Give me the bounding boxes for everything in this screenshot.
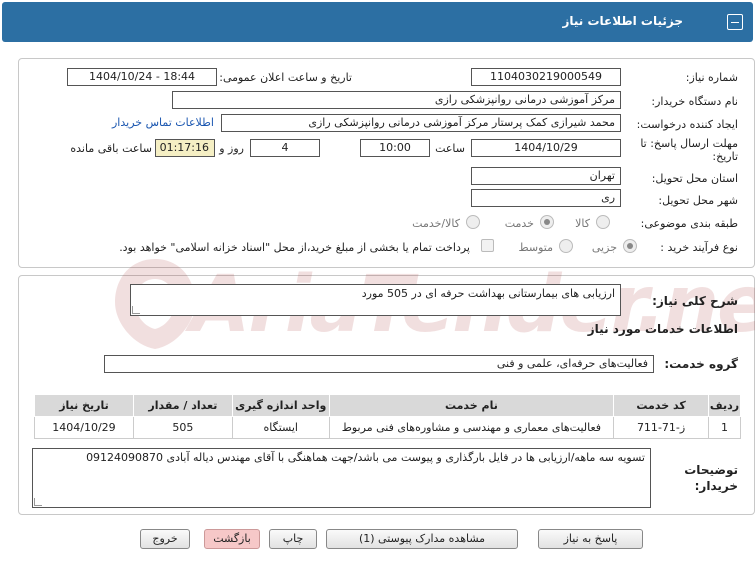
cell-unit: ایستگاه [231, 416, 330, 439]
deadline-time-field: 10:00 [360, 139, 430, 157]
creator-label: ایجاد کننده درخواست: [636, 118, 738, 131]
deadline-label-2: تاریخ: [712, 150, 738, 163]
attachments-button[interactable]: مشاهده مدارک پیوستی (1) [326, 529, 518, 549]
category-goods-label: کالا [575, 217, 590, 230]
col-code: کد خدمت [613, 394, 710, 417]
province-label: استان محل تحویل: [651, 172, 738, 185]
col-quantity: تعداد / مقدار [132, 394, 233, 417]
cell-date: 1404/10/29 [34, 416, 134, 439]
notes-resize-handle-icon[interactable] [34, 498, 42, 506]
page-title: جزئیات اطلاعات نیاز [562, 14, 683, 28]
category-service-label: خدمت [504, 217, 534, 230]
reply-button[interactable]: پاسخ به نیاز [538, 529, 643, 549]
header-bar: جزئیات اطلاعات نیاز [2, 2, 753, 42]
buyer-org-field: مرکز آموزشی درمانی روانپزشکی رازی [172, 91, 621, 109]
process-label: نوع فرآیند خرید : [660, 241, 738, 254]
cell-name: فعالیت‌های معماری و مهندسی و مشاوره‌های … [328, 416, 615, 439]
back-button[interactable]: بازگشت [204, 529, 260, 549]
creator-field: محمد شیرازی کمک پرستار مرکز آموزشی درمان… [221, 114, 621, 132]
category-radio-goods-service[interactable] [466, 215, 480, 229]
remaining-label: ساعت باقی مانده [70, 142, 152, 155]
print-button[interactable]: چاپ [269, 529, 317, 549]
need-number-field: 1104030219000549 [471, 68, 621, 86]
category-goods-service-label: کالا/خدمت [412, 217, 460, 230]
exit-button[interactable]: خروج [140, 529, 190, 549]
process-radio-medium[interactable] [559, 239, 573, 253]
remaining-time-field: 01:17:16 [155, 139, 215, 157]
col-row: ردیف [708, 394, 741, 417]
table-header-row: ردیف کد خدمت نام خدمت واحد اندازه گیری ت… [34, 394, 741, 417]
services-table: ردیف کد خدمت نام خدمت واحد اندازه گیری ت… [34, 394, 741, 439]
collapse-icon[interactable] [727, 14, 743, 30]
buyer-notes-label: توضیحات [684, 463, 738, 477]
process-partial-label: جزیی [591, 241, 617, 254]
deadline-date-field: 1404/10/29 [471, 139, 621, 157]
category-radio-service[interactable] [540, 215, 554, 229]
process-radio-partial[interactable] [623, 239, 637, 253]
col-date: تاریخ نیاز [34, 394, 134, 417]
treasury-checkbox[interactable] [481, 239, 494, 252]
services-heading: اطلاعات خدمات مورد نیاز [587, 322, 738, 336]
need-info-panel [18, 58, 755, 268]
deadline-time-label: ساعت [435, 142, 465, 155]
buyer-notes-label-2: خریدار: [694, 479, 738, 493]
province-field: تهران [471, 167, 621, 185]
cell-row: 1 [708, 416, 741, 439]
table-row: 1 ز-71-711 فعالیت‌های معماری و مهندسی و … [34, 416, 741, 439]
col-name: نام خدمت [328, 394, 615, 417]
days-field: 4 [250, 139, 320, 157]
service-group-field: فعالیت‌های حرفه‌ای، علمی و فنی [104, 355, 654, 373]
resize-handle-icon[interactable] [132, 306, 140, 314]
buyer-notes-text: تسویه سه ماهه/ارزیابی ها در فایل بارگذار… [86, 451, 645, 464]
process-medium-label: متوسط [518, 241, 553, 254]
buyer-contact-link[interactable]: اطلاعات تماس خریدار [112, 116, 214, 129]
deadline-label: مهلت ارسال پاسخ: تا [640, 137, 738, 150]
summary-field: ارزیابی های بیمارستانی بهداشت حرفه ای در… [130, 284, 621, 316]
summary-label: شرح کلی نیاز: [652, 294, 738, 308]
announce-label: تاریخ و ساعت اعلان عمومی: [219, 71, 352, 84]
announce-value: 1404/10/24 - 18:44 [88, 70, 196, 83]
days-label: روز و [219, 142, 244, 155]
city-field: ری [471, 189, 621, 207]
buyer-notes-field: تسویه سه ماهه/ارزیابی ها در فایل بارگذار… [32, 448, 651, 508]
category-radio-goods[interactable] [596, 215, 610, 229]
announce-field: 1404/10/24 - 18:44 [67, 68, 217, 86]
summary-text: ارزیابی های بیمارستانی بهداشت حرفه ای در… [361, 287, 615, 300]
buyer-org-label: نام دستگاه خریدار: [651, 95, 738, 108]
city-label: شهر محل تحویل: [658, 194, 738, 207]
payment-note: پرداخت تمام یا بخشی از مبلغ خرید،از محل … [119, 241, 470, 254]
service-group-label: گروه خدمت: [664, 357, 738, 371]
cell-quantity: 505 [132, 416, 233, 439]
col-unit: واحد اندازه گیری [231, 394, 330, 417]
need-number-label: شماره نیاز: [685, 71, 738, 84]
cell-code: ز-71-711 [613, 416, 710, 439]
category-label: طبقه بندی موضوعی: [640, 217, 738, 230]
